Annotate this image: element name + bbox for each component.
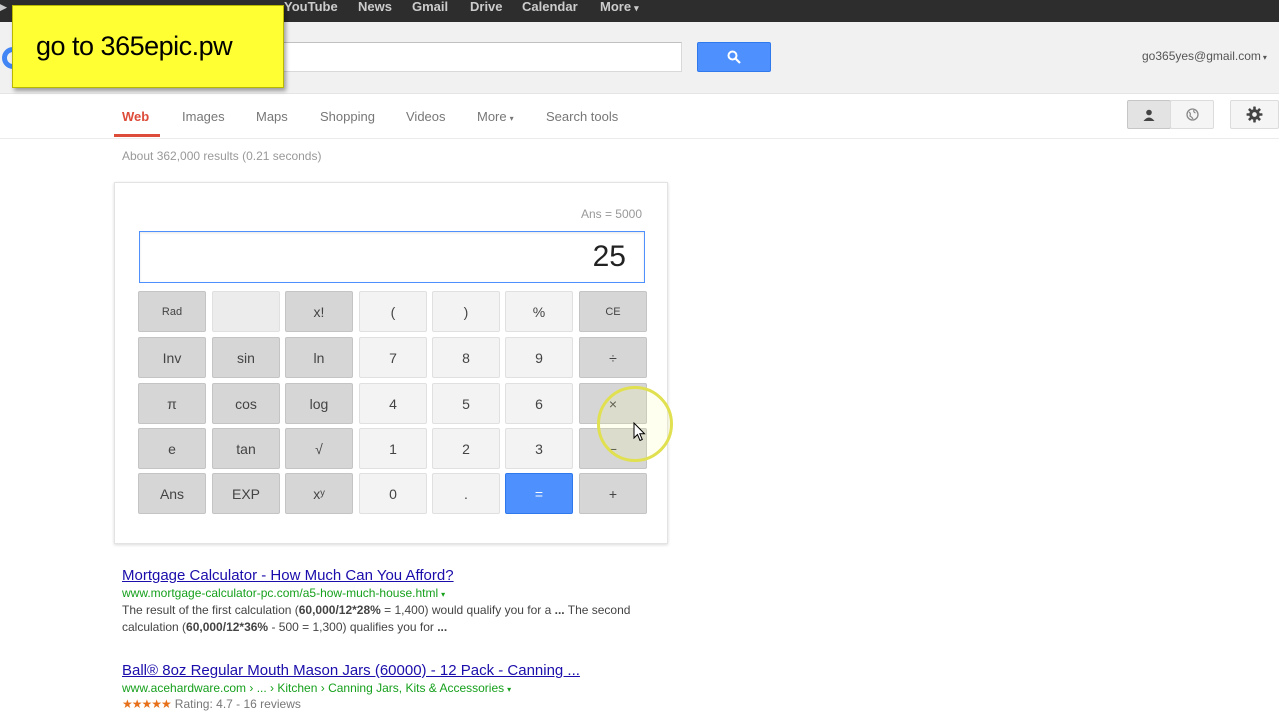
key-2[interactable]: 2 xyxy=(432,428,500,469)
account-menu[interactable]: go365yes@gmail.com ▾ xyxy=(1142,49,1267,63)
key-sin[interactable]: sin xyxy=(212,337,280,378)
tab-more[interactable]: More ▾ xyxy=(477,109,514,124)
key-decimal[interactable]: . xyxy=(432,473,500,514)
tab-web[interactable]: Web xyxy=(122,109,149,124)
chevron-down-icon[interactable]: ▾ xyxy=(507,685,511,694)
snippet-text: - 500 = 1,300) qualifies you for xyxy=(268,620,438,634)
result-title-link[interactable]: Ball® 8oz Regular Mouth Mason Jars (6000… xyxy=(122,662,682,679)
chevron-down-icon: ▾ xyxy=(634,3,639,13)
key-4[interactable]: 4 xyxy=(359,383,427,424)
key-6[interactable]: 6 xyxy=(505,383,573,424)
active-tab-indicator xyxy=(114,134,160,137)
tab-shopping[interactable]: Shopping xyxy=(320,109,375,124)
browser-page: ▸ YouTube News Gmail Drive Calendar More… xyxy=(0,0,1279,720)
result-title-link[interactable]: Mortgage Calculator - How Much Can You A… xyxy=(122,567,682,584)
topbar-item-drive[interactable]: Drive xyxy=(470,0,503,14)
snippet-bold: 60,000/12*28% xyxy=(298,603,381,617)
key-open-paren[interactable]: ( xyxy=(359,291,427,332)
result-snippet: The result of the first calculation (60,… xyxy=(122,602,682,636)
key-3[interactable]: 3 xyxy=(505,428,573,469)
key-factorial[interactable]: x! xyxy=(285,291,353,332)
key-exp[interactable]: EXP xyxy=(212,473,280,514)
tab-maps[interactable]: Maps xyxy=(256,109,288,124)
key-pi[interactable]: π xyxy=(138,383,206,424)
key-ans[interactable]: Ans xyxy=(138,473,206,514)
chevron-down-icon: ▾ xyxy=(509,114,514,123)
key-5[interactable]: 5 xyxy=(432,383,500,424)
key-0[interactable]: 0 xyxy=(359,473,427,514)
calculator-display[interactable]: 25 xyxy=(139,231,645,283)
global-results-button[interactable] xyxy=(1170,100,1214,129)
settings-button[interactable] xyxy=(1230,100,1279,129)
results-stats: About 362,000 results (0.21 seconds) xyxy=(122,149,322,163)
chevron-down-icon[interactable]: ▾ xyxy=(441,590,445,599)
chevron-down-icon: ▾ xyxy=(1262,53,1267,62)
topbar-item-gmail[interactable]: Gmail xyxy=(412,0,448,14)
key-7[interactable]: 7 xyxy=(359,337,427,378)
key-e[interactable]: e xyxy=(138,428,206,469)
key-equals[interactable]: = xyxy=(505,473,573,514)
topbar-more-label: More xyxy=(600,0,632,14)
result-rating: ★★★★★ Rating: 4.7 - 16 reviews xyxy=(122,697,682,711)
account-email: go365yes@gmail.com xyxy=(1142,49,1261,63)
topbar-item-youtube[interactable]: YouTube xyxy=(284,0,338,14)
tab-videos[interactable]: Videos xyxy=(406,109,446,124)
calculator-previous-answer: Ans = 5000 xyxy=(580,207,642,221)
snippet-text: The result of the first calculation ( xyxy=(122,603,299,617)
snippet-bold: 60,000/12*36% xyxy=(186,620,269,634)
search-button[interactable] xyxy=(697,42,771,72)
result-url: www.mortgage-calculator-pc.com/a5-how-mu… xyxy=(122,586,682,600)
key-clear-entry[interactable]: CE xyxy=(579,291,647,332)
search-input[interactable] xyxy=(270,42,682,72)
search-result: Ball® 8oz Regular Mouth Mason Jars (6000… xyxy=(122,662,682,711)
result-url-text: www.acehardware.com › ... › Kitchen › Ca… xyxy=(122,681,505,695)
key-plus[interactable]: + xyxy=(579,473,647,514)
result-url-text: www.mortgage-calculator-pc.com/a5-how-mu… xyxy=(122,586,439,600)
tab-search-tools[interactable]: Search tools xyxy=(546,109,618,124)
overlay-note-text: go to 365epic.pw xyxy=(36,31,233,61)
star-rating-icon: ★★★★★ xyxy=(122,697,172,711)
key-8[interactable]: 8 xyxy=(432,337,500,378)
key-cos[interactable]: cos xyxy=(212,383,280,424)
topbar-fragment: ▸ xyxy=(0,0,7,14)
key-log[interactable]: log xyxy=(285,383,353,424)
topbar-item-news[interactable]: News xyxy=(358,0,392,14)
search-result: Mortgage Calculator - How Much Can You A… xyxy=(122,567,682,636)
calculator-widget: Ans = 5000 25 Rad x!()% CE Inv sin ln 7 8 9 ÷ π cos… xyxy=(114,182,668,544)
key-ln[interactable]: ln xyxy=(285,337,353,378)
key-divide[interactable]: ÷ xyxy=(579,337,647,378)
key-power[interactable]: xʸ xyxy=(285,473,353,514)
key-percent[interactable]: % xyxy=(505,291,573,332)
result-url: www.acehardware.com › ... › Kitchen › Ca… xyxy=(122,681,682,695)
key-inv[interactable]: Inv xyxy=(138,337,206,378)
key-deg[interactable] xyxy=(212,291,280,332)
calculator-display-value: 25 xyxy=(592,240,626,273)
snippet-ellipsis: ... xyxy=(437,620,448,634)
globe-icon xyxy=(1185,108,1199,121)
snippet-ellipsis: ... xyxy=(554,603,565,617)
gear-icon xyxy=(1246,106,1263,123)
overlay-sticky-note: go to 365epic.pw xyxy=(12,5,284,88)
search-icon xyxy=(727,50,741,64)
person-icon xyxy=(1143,109,1155,121)
personal-results-button[interactable] xyxy=(1127,100,1171,129)
key-9[interactable]: 9 xyxy=(505,337,573,378)
mouse-pointer-icon xyxy=(633,422,646,442)
search-tabs: Web Images Maps Shopping Videos More ▾ Se… xyxy=(0,95,1279,139)
tab-images[interactable]: Images xyxy=(182,109,225,124)
key-close-paren[interactable]: ) xyxy=(432,291,500,332)
rating-text: Rating: 4.7 - 16 reviews xyxy=(174,697,301,711)
key-1[interactable]: 1 xyxy=(359,428,427,469)
snippet-text: = 1,400) would qualify you for a xyxy=(380,603,555,617)
topbar-item-more[interactable]: More ▾ xyxy=(600,0,639,15)
key-tan[interactable]: tan xyxy=(212,428,280,469)
key-rad[interactable]: Rad xyxy=(138,291,206,332)
key-sqrt[interactable]: √ xyxy=(285,428,353,469)
topbar-item-calendar[interactable]: Calendar xyxy=(522,0,578,14)
tab-more-label: More xyxy=(477,109,507,124)
